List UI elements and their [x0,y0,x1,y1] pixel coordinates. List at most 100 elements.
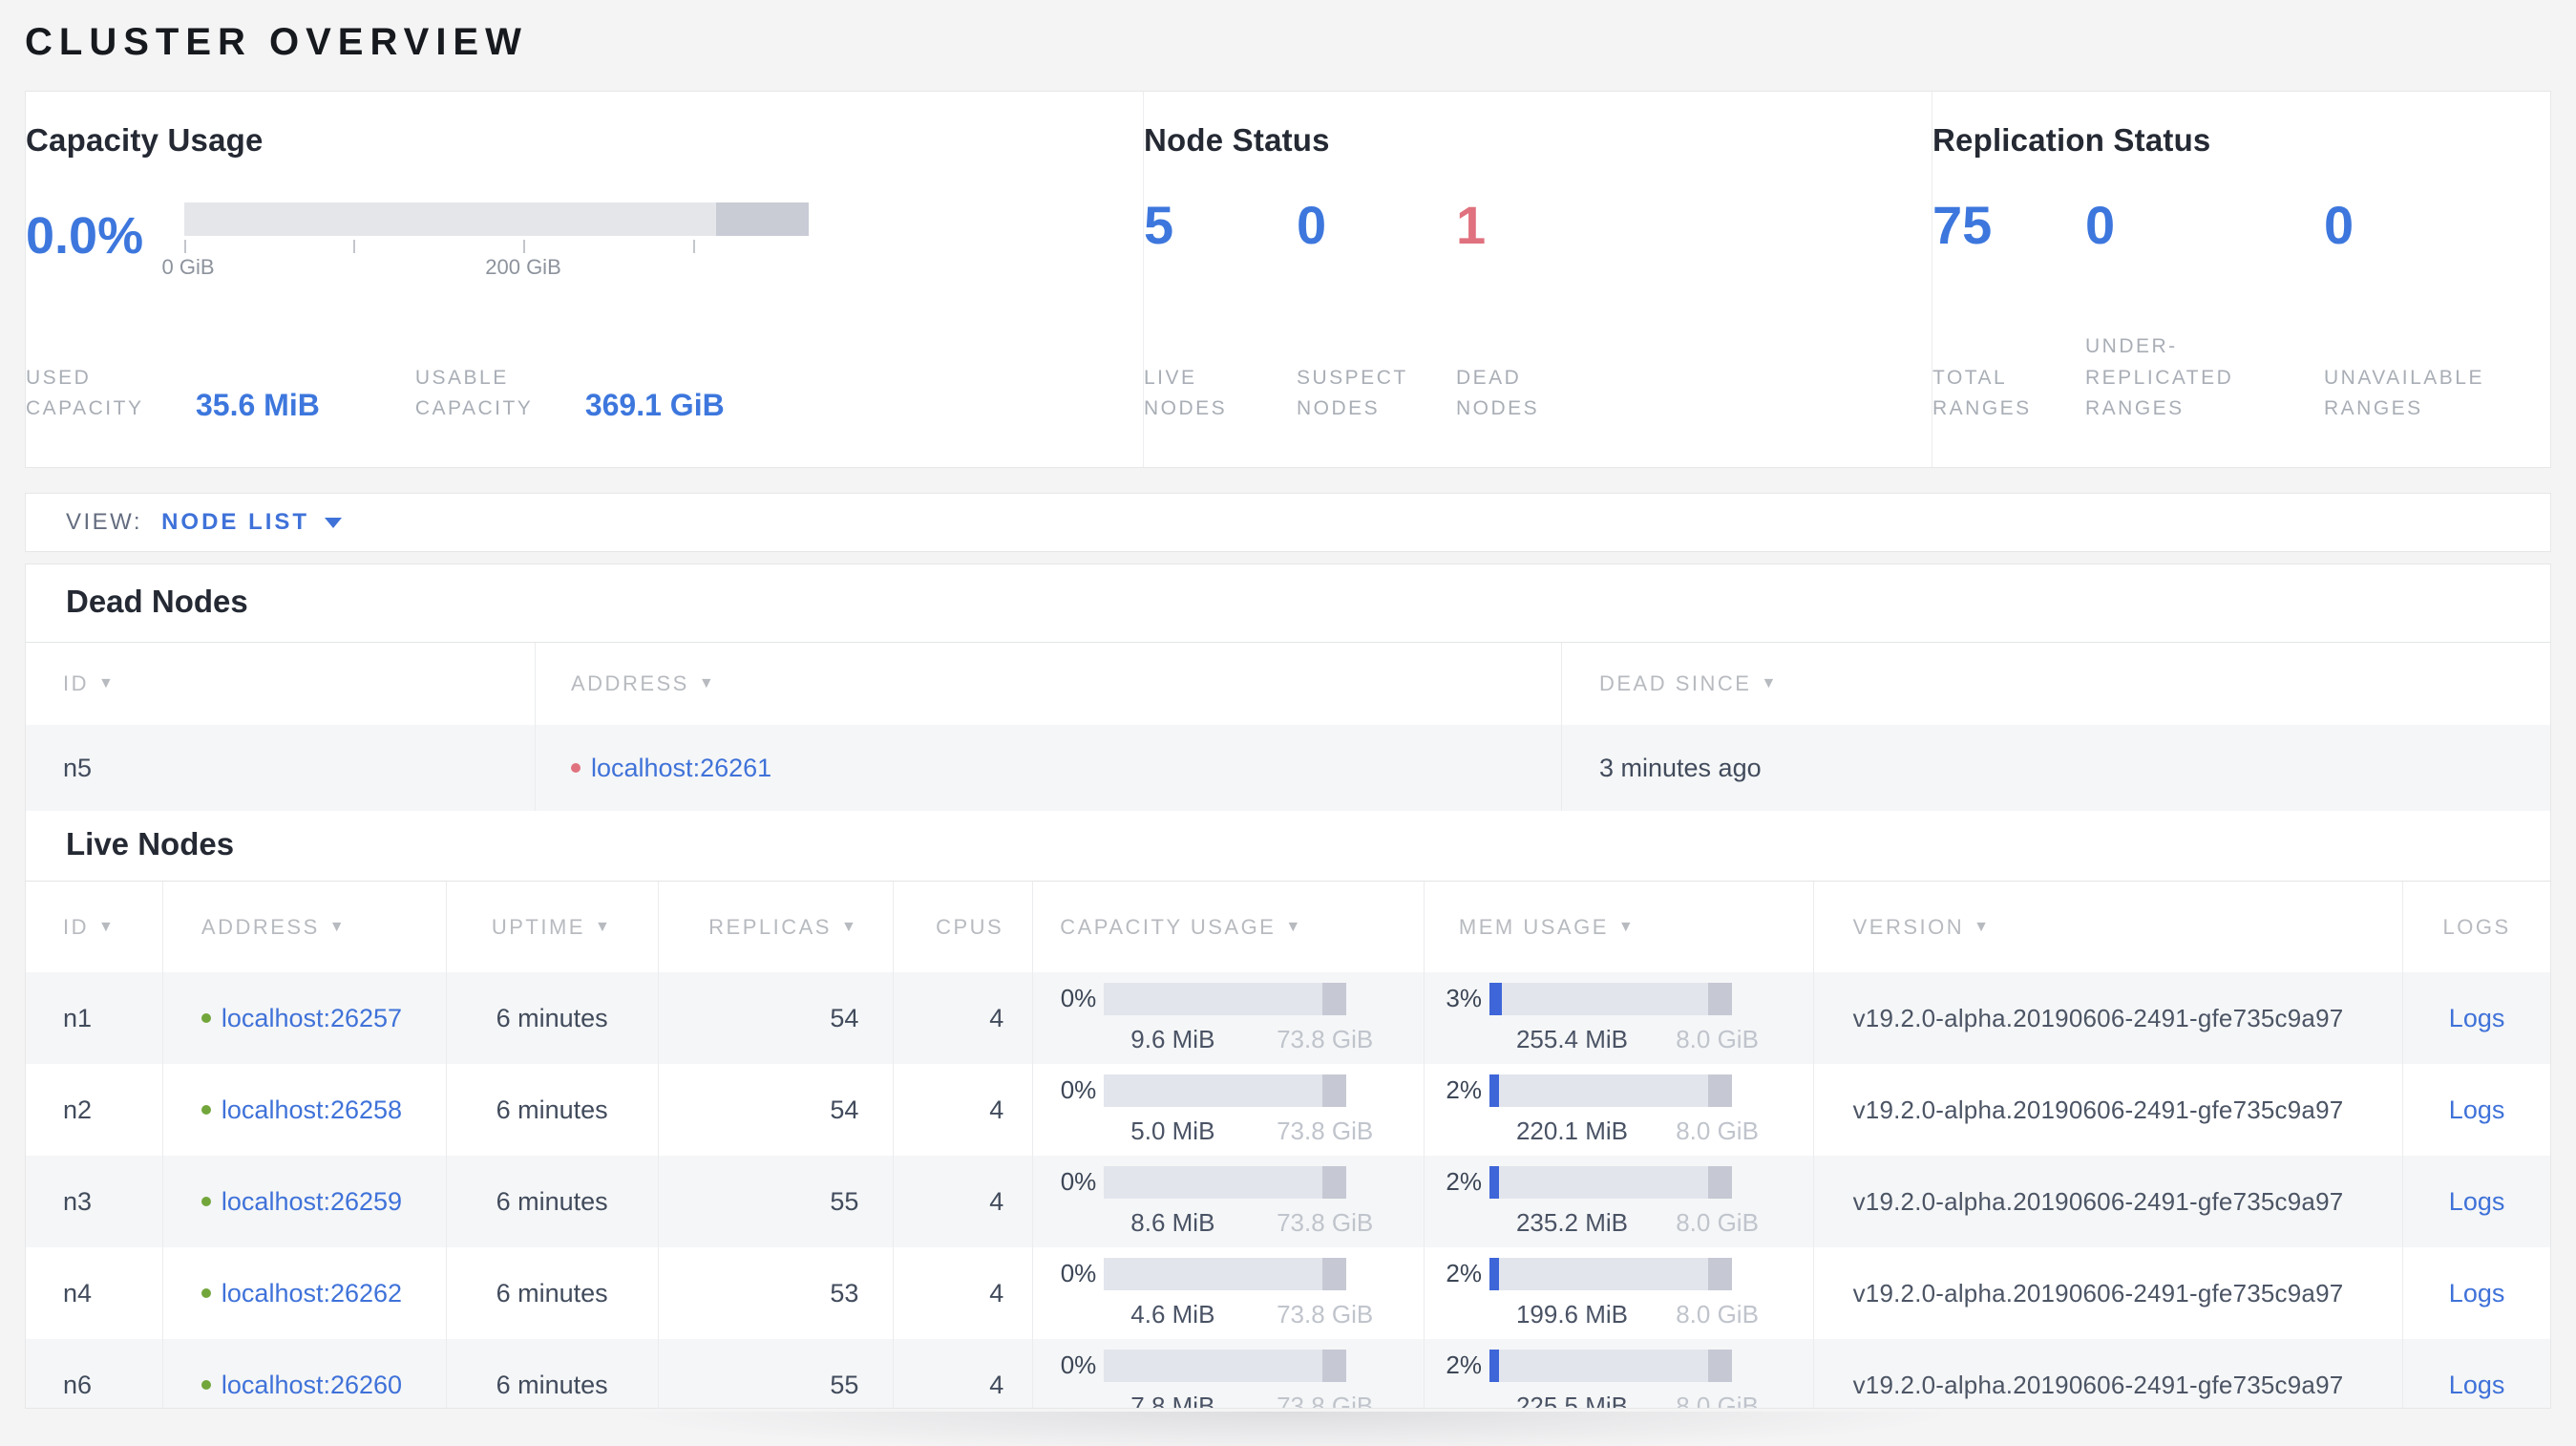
dead-nodes-header-row: ID ▼ ADDRESS ▼ DEAD SINCE ▼ [26,643,2550,725]
capacity-usage-cell: 0% 8.6 MiB 73.8 GiB [1033,1165,1424,1238]
capacity-mini-bar [1104,1165,1347,1199]
dead-since-value: 3 minutes ago [1599,753,1762,782]
mem-mini-bar [1489,1257,1732,1290]
logs-link[interactable]: Logs [2449,1187,2505,1217]
node-status-section: Node Status 5 LIVE NODES 0 SUSPECT NODES… [1143,92,1932,467]
capacity-stats: USED CAPACITY 35.6 MiB USABLE CAPACITY 3… [26,363,1143,425]
logs-link[interactable]: Logs [2449,1279,2505,1308]
bar-reserved-segment [1707,1074,1732,1107]
mem-mini-bar [1489,1074,1732,1107]
logs-link[interactable]: Logs [2449,1004,2505,1033]
mem-total-value: 8.0 GiB [1676,1299,1759,1329]
bar-reserved-segment [1707,982,1732,1015]
col-capacity-label: CAPACITY USAGE [1060,914,1277,939]
bar-used-segment [1489,982,1502,1015]
axis-tick [184,240,186,253]
live-nodes-stat: 5 LIVE NODES [1144,199,1297,425]
node-version: v19.2.0-alpha.20190606-2491-gfe735c9a97 [1852,1095,2344,1124]
col-memusage-label: MEM USAGE [1458,914,1609,939]
capacity-percent: 0% [1060,1350,1097,1379]
axis-label-200gib: 200 GiB [485,255,561,279]
suspect-nodes-value: 0 [1297,195,1327,255]
under-replicated-ranges-value: 0 [2085,195,2116,255]
node-uptime: 6 minutes [496,1278,608,1308]
logs-link[interactable]: Logs [2449,1095,2505,1125]
view-label: VIEW: [66,509,143,535]
mem-total-value: 8.0 GiB [1676,1024,1759,1053]
dead-nodes-table: ID ▼ ADDRESS ▼ DEAD SINCE ▼ n5 localhost… [26,642,2550,811]
logs-link[interactable]: Logs [2449,1371,2505,1400]
capacity-axis-labels: 0 GiB 200 GiB [161,255,809,280]
dead-col-address-header[interactable]: ADDRESS ▼ [536,643,1562,725]
live-nodes-heading: Live Nodes [66,826,235,861]
mem-percent: 2% [1446,1259,1482,1287]
used-capacity-label: USED CAPACITY [26,366,144,420]
live-status-dot-icon [201,1380,211,1390]
axis-tick [693,240,695,253]
dead-nodes-label: DEAD NODES [1456,366,1540,420]
capacity-used-value: 5.0 MiB [1130,1116,1215,1145]
capacity-usage-cell: 0% 5.0 MiB 73.8 GiB [1033,1074,1424,1146]
node-address-link[interactable]: localhost:26259 [222,1187,402,1217]
dead-nodes-value: 1 [1456,195,1487,255]
replication-status-title: Replication Status [1932,122,2211,158]
col-memusage-header[interactable]: MEM USAGE ▼ [1424,882,1814,972]
node-address-link[interactable]: localhost:26262 [222,1279,402,1308]
capacity-percent: 0% [1060,1075,1097,1104]
col-replicas-header[interactable]: REPLICAS ▼ [658,882,895,972]
capacity-used-value: 9.6 MiB [1130,1024,1215,1053]
table-row: n6 localhost:26260 6 minutes 55 4 0% 7.8… [26,1339,2550,1408]
unavailable-ranges-value: 0 [2324,195,2354,255]
dead-col-deadsince-header[interactable]: DEAD SINCE ▼ [1562,643,2550,725]
bar-used-segment [1489,1349,1499,1382]
node-replicas: 53 [830,1278,859,1308]
node-replicas: 55 [830,1370,859,1399]
node-status-stats: 5 LIVE NODES 0 SUSPECT NODES 1 DEAD NODE… [1144,199,1932,425]
capacity-usage-title: Capacity Usage [26,122,264,158]
col-version-header[interactable]: VERSION ▼ [1813,882,2404,972]
capacity-used-value: 4.6 MiB [1130,1299,1215,1329]
node-cpus: 4 [989,1370,1004,1399]
col-address-label: ADDRESS [201,914,320,939]
suspect-nodes-label: SUSPECT NODES [1297,366,1408,420]
capacity-percent: 0% [1060,1167,1097,1196]
col-uptime-header[interactable]: UPTIME ▼ [446,882,659,972]
capacity-bar-nonusable-segment [716,202,809,236]
sort-desc-icon: ▼ [840,918,859,935]
live-status-dot-icon [201,1013,211,1023]
bar-reserved-segment [1707,1349,1732,1382]
sort-desc-icon: ▼ [1761,675,1779,691]
col-cpus-header[interactable]: CPUS [894,882,1034,972]
capacity-total-value: 73.8 GiB [1277,1024,1374,1053]
bar-reserved-segment [1322,1074,1347,1107]
dead-nodes-heading: Dead Nodes [66,584,248,619]
dead-col-id-header[interactable]: ID ▼ [26,643,536,725]
axis-tick [353,240,355,253]
page-title: CLUSTER OVERVIEW [25,21,528,63]
usable-capacity-stat: USABLE CAPACITY 369.1 GiB [415,363,725,425]
col-uptime-label: UPTIME [491,914,585,939]
chevron-down-icon[interactable] [325,517,343,528]
node-address-link[interactable]: localhost:26260 [222,1371,402,1400]
bar-reserved-segment [1707,1165,1732,1199]
capacity-percent: 0% [1060,984,1097,1012]
live-status-dot-icon [201,1105,211,1115]
used-capacity-stat: USED CAPACITY 35.6 MiB [26,363,320,425]
col-capacity-header[interactable]: CAPACITY USAGE ▼ [1033,882,1425,972]
view-dropdown[interactable]: NODE LIST [161,509,309,536]
col-replicas-label: REPLICAS [708,914,832,939]
bar-used-segment [1489,1257,1499,1290]
node-address-link[interactable]: localhost:26257 [222,1004,402,1033]
view-selector-bar: VIEW: NODE LIST [25,493,2551,552]
axis-tick [523,240,525,253]
node-address-link[interactable]: localhost:26258 [222,1095,402,1125]
bar-reserved-segment [1322,1257,1347,1290]
sort-desc-icon: ▼ [1974,918,1992,935]
col-address-header[interactable]: ADDRESS ▼ [162,882,447,972]
dead-node-address-link[interactable]: localhost:26261 [591,754,771,783]
under-replicated-ranges-label: UNDER-REPLICATED RANGES [2085,335,2234,420]
unavailable-ranges-stat: 0 UNAVAILABLE RANGES [2324,199,2534,425]
col-id-header[interactable]: ID ▼ [26,882,163,972]
sort-desc-icon: ▼ [698,675,717,691]
capacity-usage-chart-row: 0.0% 0 GiB 200 GiB [26,202,1143,280]
